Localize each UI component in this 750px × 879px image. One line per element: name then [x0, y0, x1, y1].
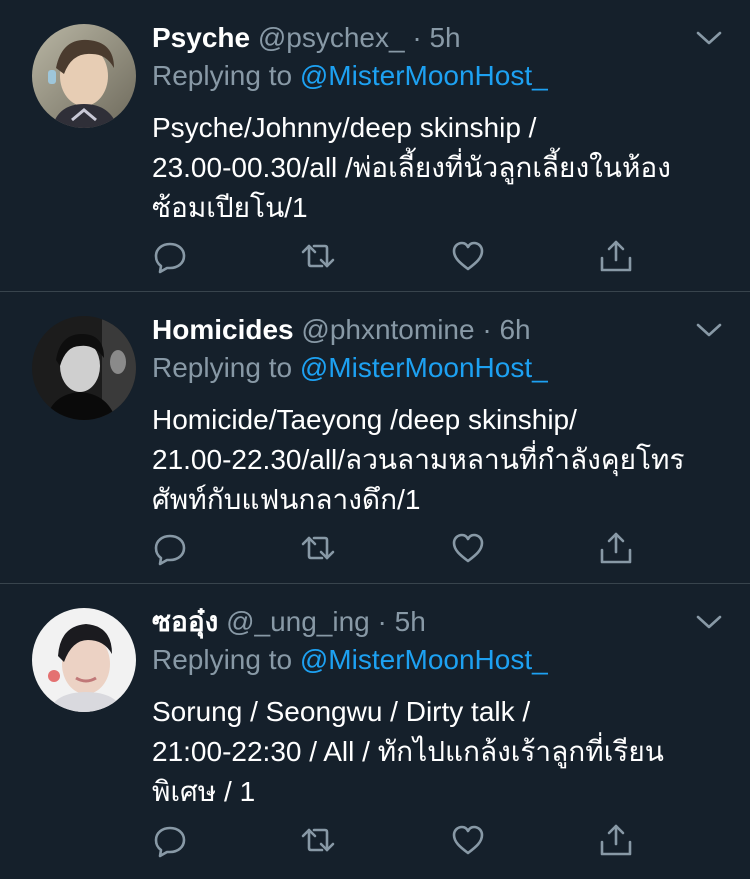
display-name[interactable]: Psyche [152, 22, 250, 53]
tweet-actions [152, 822, 642, 862]
replying-to-label: Replying to [152, 352, 293, 383]
tweet-header: ซออุ๋ง @_ung_ing · 5h [152, 604, 726, 640]
tweet-body: ซออุ๋ง @_ung_ing · 5h Replying to @Miste… [152, 604, 726, 812]
reply-icon[interactable] [152, 530, 188, 566]
tweet[interactable]: Psyche @psychex_ · 5h Replying to @Miste… [0, 0, 750, 292]
chevron-down-icon[interactable] [696, 30, 722, 46]
tweet-text-line: 21.00-22.30/all/ลวนลามหลานที่กำลังคุยโทร [152, 444, 685, 475]
tweet-actions [152, 238, 642, 278]
tweet-text-line: ศัพท์กับแฟนกลางดึก/1 [152, 484, 421, 515]
retweet-icon[interactable] [300, 822, 336, 858]
replying-to-handle[interactable]: @MisterMoonHost_ [300, 352, 548, 383]
replying-to-label: Replying to [152, 644, 293, 675]
tweet-body: Psyche @psychex_ · 5h Replying to @Miste… [152, 20, 726, 228]
tweet-text-line: 23.00-00.30/all /พ่อเลี้ยงที่นัวลูกเลี้ย… [152, 152, 671, 183]
timestamp[interactable]: 5h [395, 606, 426, 637]
tweet-text-line: Psyche/Johnny/deep skinship / [152, 112, 537, 143]
tweet-text-line: Sorung / Seongwu / Dirty talk / [152, 696, 531, 727]
tweet-text: Sorung / Seongwu / Dirty talk / 21:00-22… [152, 692, 726, 812]
user-handle[interactable]: @psychex_ [258, 22, 405, 53]
replying-to: Replying to @MisterMoonHost_ [152, 58, 726, 94]
avatar[interactable] [32, 316, 136, 420]
replying-to-handle[interactable]: @MisterMoonHost_ [300, 60, 548, 91]
tweet-actions [152, 530, 642, 570]
tweet-header: Psyche @psychex_ · 5h [152, 20, 726, 56]
tweet-text-line: Homicide/Taeyong /deep skinship/ [152, 404, 577, 435]
separator-dot: · [412, 22, 422, 53]
share-icon[interactable] [598, 238, 634, 274]
timeline-feed: Psyche @psychex_ · 5h Replying to @Miste… [0, 0, 750, 878]
tweet-text: Homicide/Taeyong /deep skinship/ 21.00-2… [152, 400, 726, 520]
tweet[interactable]: Homicides @phxntomine · 6h Replying to @… [0, 292, 750, 584]
like-icon[interactable] [450, 822, 486, 858]
replying-to-label: Replying to [152, 60, 293, 91]
tweet-body: Homicides @phxntomine · 6h Replying to @… [152, 312, 726, 520]
retweet-icon[interactable] [300, 530, 336, 566]
reply-icon[interactable] [152, 822, 188, 858]
tweet-text-line: ซ้อมเปียโน/1 [152, 192, 308, 223]
tweet[interactable]: ซออุ๋ง @_ung_ing · 5h Replying to @Miste… [0, 584, 750, 878]
chevron-down-icon[interactable] [696, 614, 722, 630]
timestamp[interactable]: 6h [499, 314, 530, 345]
display-name[interactable]: Homicides [152, 314, 294, 345]
timestamp[interactable]: 5h [429, 22, 460, 53]
display-name[interactable]: ซออุ๋ง [152, 606, 218, 637]
like-icon[interactable] [450, 530, 486, 566]
tweet-text-line: 21:00-22:30 / All / ทักไปแกล้งเร้าลูกที่… [152, 736, 664, 767]
retweet-icon[interactable] [300, 238, 336, 274]
replying-to-handle[interactable]: @MisterMoonHost_ [300, 644, 548, 675]
tweet-text: Psyche/Johnny/deep skinship / 23.00-00.3… [152, 108, 726, 228]
user-handle[interactable]: @phxntomine [301, 314, 474, 345]
share-icon[interactable] [598, 530, 634, 566]
tweet-text-line: พิเศษ / 1 [152, 776, 256, 807]
user-handle[interactable]: @_ung_ing [226, 606, 370, 637]
replying-to: Replying to @MisterMoonHost_ [152, 642, 726, 678]
chevron-down-icon[interactable] [696, 322, 722, 338]
tweet-header: Homicides @phxntomine · 6h [152, 312, 726, 348]
separator-dot: · [377, 606, 387, 637]
like-icon[interactable] [450, 238, 486, 274]
avatar[interactable] [32, 608, 136, 712]
avatar[interactable] [32, 24, 136, 128]
separator-dot: · [482, 314, 492, 345]
share-icon[interactable] [598, 822, 634, 858]
replying-to: Replying to @MisterMoonHost_ [152, 350, 726, 386]
reply-icon[interactable] [152, 238, 188, 274]
